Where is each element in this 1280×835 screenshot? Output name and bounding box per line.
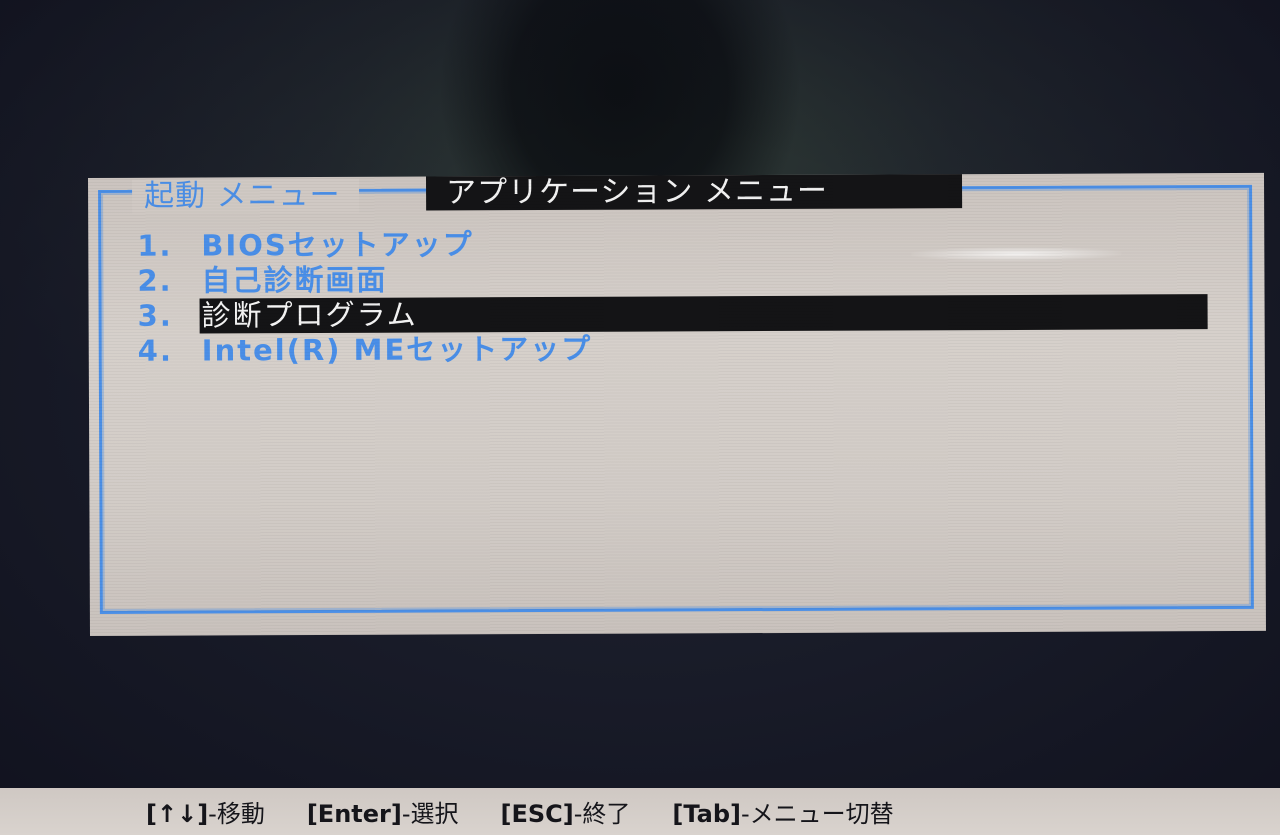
menu-item-diagnostic-program[interactable]: 3. 診断プログラム (138, 294, 1218, 334)
menu-item-number: 3. (137, 298, 173, 333)
menu-item-label: 診断プログラム (199, 294, 1208, 334)
hint-key: [Enter] (306, 800, 402, 828)
hint-select: [Enter]-選択 (307, 794, 459, 829)
menu-item-label: BIOSセットアップ (201, 227, 474, 263)
hint-action: -選択 (401, 800, 459, 828)
hint-switch-menu: [Tab]-メニュー切替 (672, 794, 893, 829)
hint-key: [↑↓] (146, 800, 209, 828)
menu-item-number: 1. (137, 228, 173, 263)
hint-key: [Tab] (672, 800, 742, 828)
hint-exit: [ESC]-終了 (501, 794, 631, 829)
hint-action: -移動 (208, 800, 265, 828)
menu-item-label: 自己診断画面 (201, 262, 388, 298)
menu-item-number: 2. (137, 263, 173, 298)
menu-item-intel-me-setup[interactable]: 4. Intel(R) MEセットアップ (138, 329, 1218, 369)
tab-application-menu[interactable]: アプリケーション メニュー (425, 174, 963, 211)
tab-boot-menu[interactable]: 起動 メニュー (132, 178, 359, 214)
menu-item-list: 1. BIOSセットアップ 2. 自己診断画面 3. 診断プログラム 4. Intel(… (137, 224, 1218, 369)
hint-move: [↑↓]-移動 (146, 794, 265, 829)
hint-action: -終了 (573, 800, 631, 828)
hint-action: -メニュー切替 (741, 800, 894, 828)
menu-frame: 1. BIOSセットアップ 2. 自己診断画面 3. 診断プログラム 4. Intel(… (98, 184, 1254, 614)
status-bar: [↑↓]-移動 [Enter]-選択 [ESC]-終了 [Tab]-メニュー切替 (0, 788, 1280, 835)
menu-item-bios-setup[interactable]: 1. BIOSセットアップ (137, 224, 1217, 264)
hint-key: [ESC] (500, 800, 574, 828)
menu-window: 1. BIOSセットアップ 2. 自己診断画面 3. 診断プログラム 4. Intel(… (88, 172, 1266, 636)
menu-item-label: Intel(R) MEセットアップ (201, 331, 593, 368)
menu-item-number: 4. (137, 333, 174, 368)
menu-item-self-diagnostic[interactable]: 2. 自己診断画面 (137, 259, 1217, 299)
